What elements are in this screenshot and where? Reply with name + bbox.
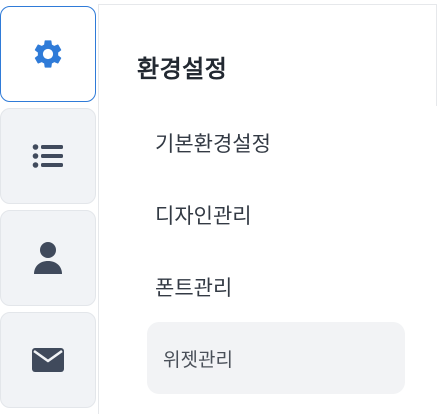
menu-item-widgets[interactable]: 위젯관리: [147, 322, 405, 394]
panel-divider: [436, 4, 437, 106]
settings-panel: 환경설정 기본환경설정 디자인관리 폰트관리 위젯관리: [98, 4, 436, 414]
user-icon: [33, 241, 63, 275]
menu-item-basic-settings[interactable]: 기본환경설정: [147, 107, 405, 179]
rail-tab-mail[interactable]: [0, 312, 96, 408]
rail-tab-user[interactable]: [0, 210, 96, 306]
menu-item-fonts[interactable]: 폰트관리: [147, 251, 405, 323]
settings-screen: 환경설정 기본환경설정 디자인관리 폰트관리 위젯관리: [0, 0, 442, 414]
list-icon: [32, 143, 64, 169]
icon-rail: [0, 0, 98, 414]
menu-item-design[interactable]: 디자인관리: [147, 179, 405, 251]
rail-tab-settings[interactable]: [0, 6, 96, 102]
gear-icon: [31, 37, 65, 71]
panel-title: 환경설정: [137, 55, 228, 83]
rail-tab-list[interactable]: [0, 108, 96, 204]
envelope-icon: [31, 347, 65, 373]
